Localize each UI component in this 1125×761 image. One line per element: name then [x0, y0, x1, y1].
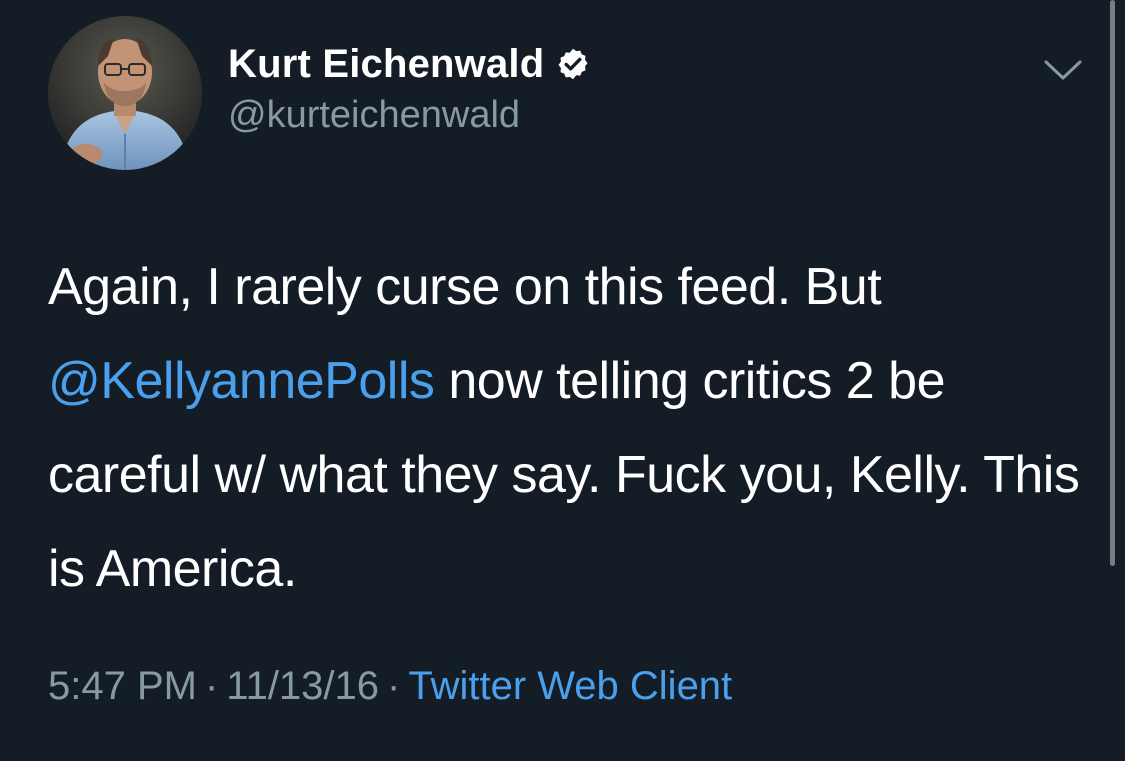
tweet-date: 11/13/16	[226, 664, 380, 708]
tweet-time: 5:47 PM	[48, 664, 197, 708]
meta-separator: ·	[387, 664, 401, 708]
chevron-down-icon[interactable]	[1042, 54, 1084, 84]
author-handle[interactable]: @kurteichenwald	[228, 94, 520, 137]
author-name-row[interactable]: Kurt Eichenwald	[228, 38, 590, 90]
profile-photo	[48, 16, 202, 170]
tweet-meta: 5:47 PM · 11/13/16 · Twitter Web Client	[48, 664, 732, 709]
tweet-detail: Kurt Eichenwald @kurteichenwald Again, I…	[0, 0, 1125, 761]
scrollbar[interactable]	[1110, 0, 1115, 566]
verified-badge-icon	[558, 48, 588, 80]
avatar[interactable]	[48, 16, 202, 170]
mention-link[interactable]: @KellyannePolls	[48, 352, 435, 410]
tweet-text: Again, I rarely curse on this feed. But …	[48, 240, 1088, 616]
tweet-text-part: Again, I rarely curse on this feed. But	[48, 258, 882, 316]
meta-separator: ·	[204, 664, 219, 708]
author-display-name[interactable]: Kurt Eichenwald	[228, 42, 544, 87]
tweet-source-link[interactable]: Twitter Web Client	[408, 664, 732, 708]
